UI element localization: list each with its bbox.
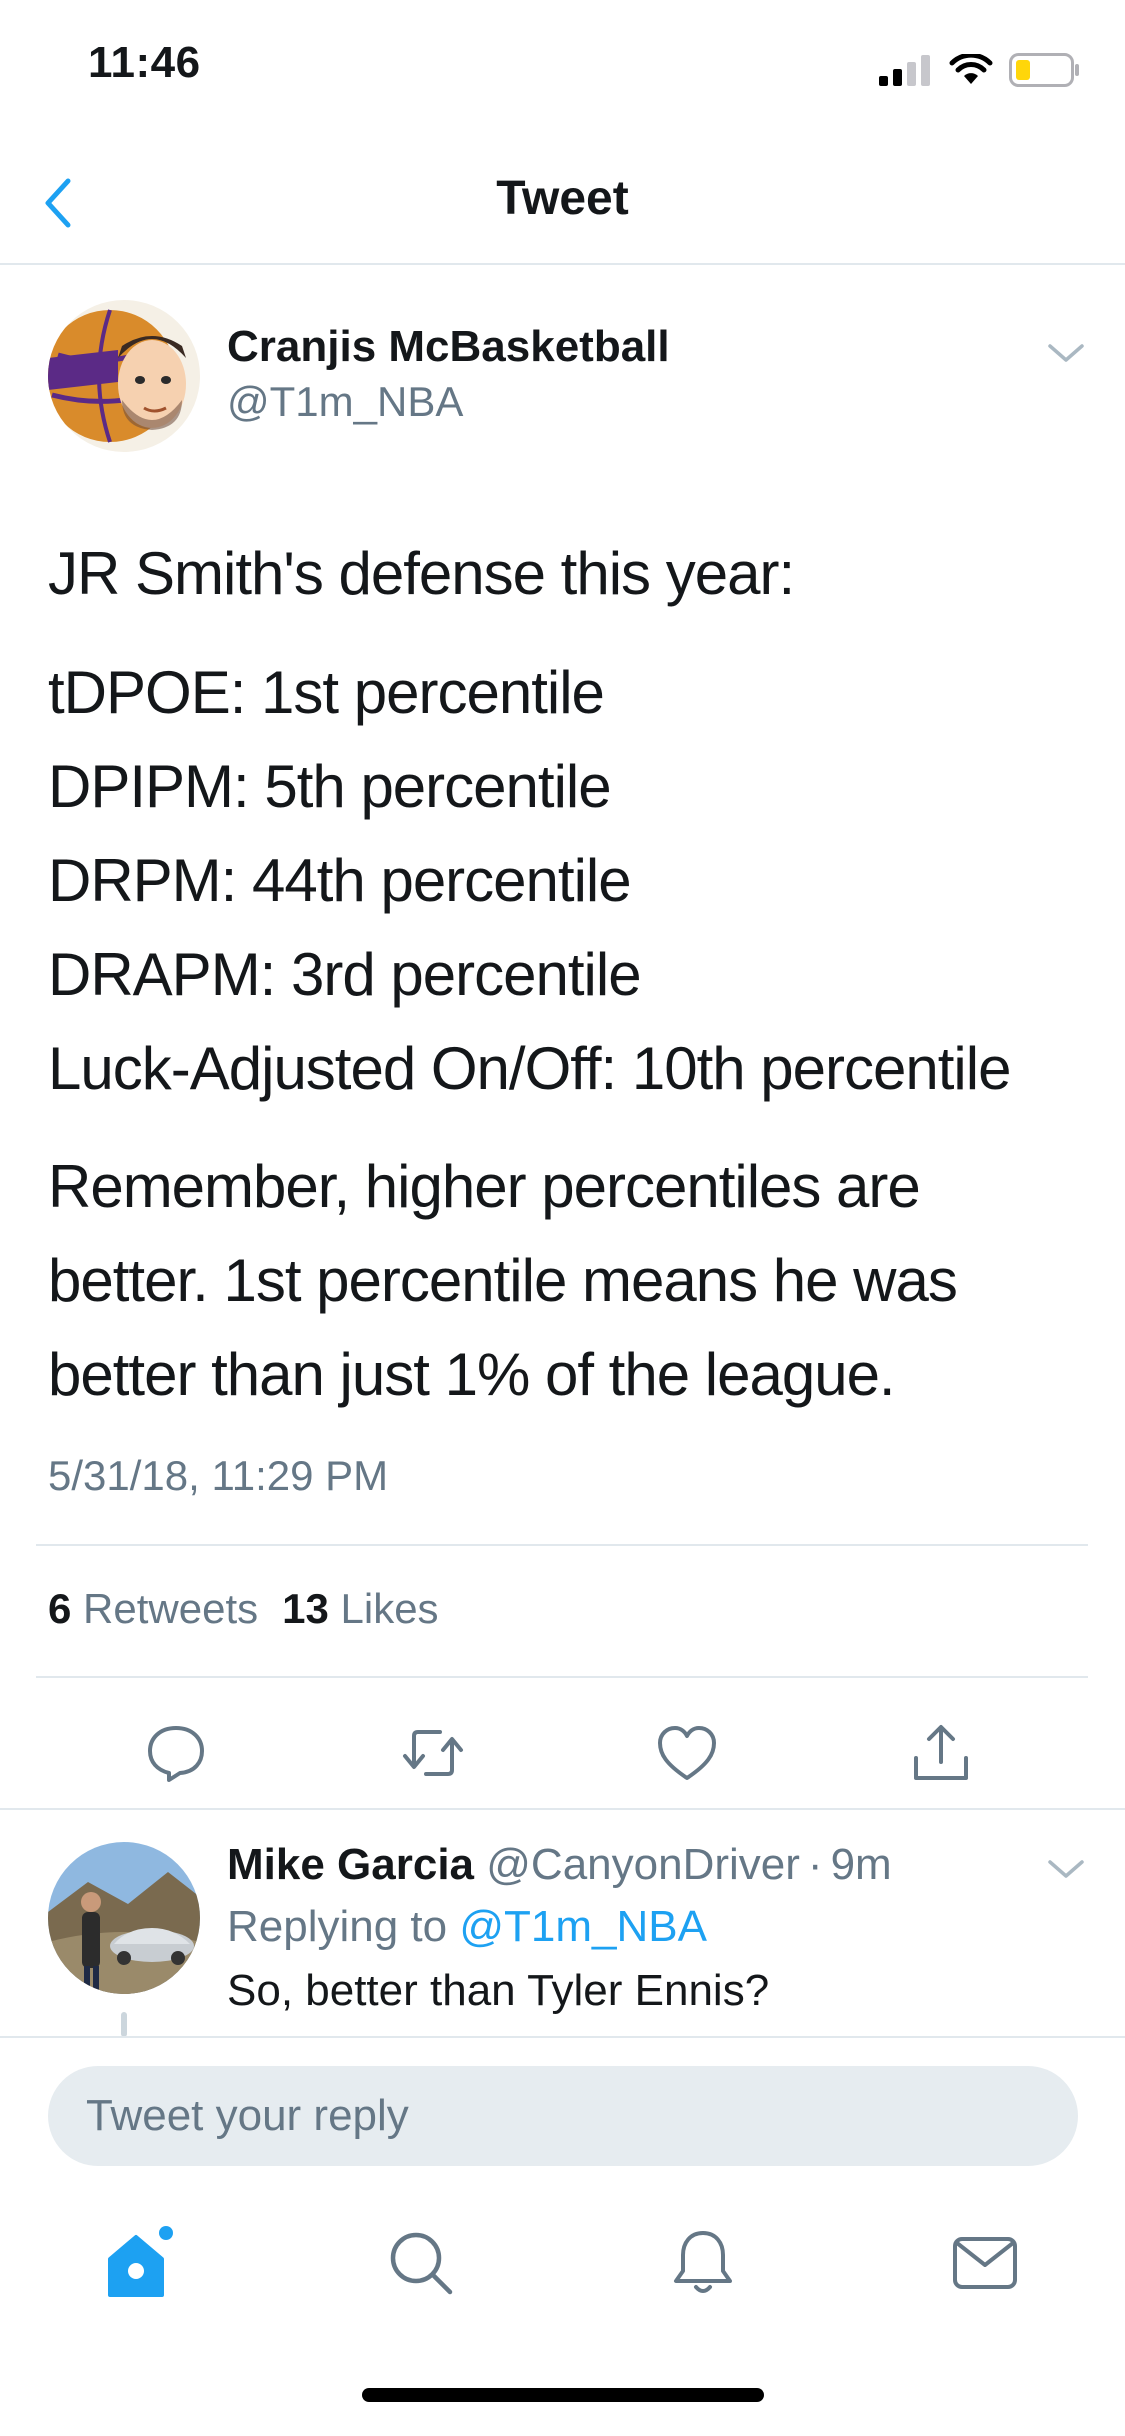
stat-line: tDPOE: 1st percentile	[48, 659, 605, 726]
reply-avatar-image	[48, 1842, 200, 1994]
stat-line: DRAPM: 3rd percentile	[48, 941, 642, 1008]
tab-home[interactable]	[95, 2218, 185, 2308]
engagement-counts: 6 Retweets 13 Likes	[48, 1585, 439, 1633]
retweet-button[interactable]	[398, 1718, 468, 1788]
comment-icon	[148, 1726, 204, 1782]
divider	[36, 1544, 1088, 1546]
tweet-closing: Remember, higher percentiles are better.…	[48, 1140, 1088, 1422]
share-icon	[914, 1725, 968, 1780]
reply-time: 9m	[830, 1840, 892, 1889]
wifi-icon	[949, 54, 993, 84]
author-name[interactable]: Cranjis McBasketball	[227, 322, 670, 372]
reply-text: So, better than Tyler Ennis?	[227, 1966, 770, 2015]
like-count-label: Likes	[340, 1585, 439, 1632]
stat-line: DRPM: 44th percentile	[48, 847, 632, 914]
replying-to: Replying to @T1m_NBA	[227, 1902, 707, 1952]
mail-icon	[953, 2237, 1017, 2289]
replying-to-link[interactable]: @T1m_NBA	[459, 1902, 707, 1951]
author-handle[interactable]: @T1m_NBA	[227, 378, 463, 426]
likes-count[interactable]: 13 Likes	[282, 1585, 438, 1633]
battery-icon	[1009, 53, 1079, 87]
share-button[interactable]	[906, 1718, 976, 1788]
tweet-options-button[interactable]	[1044, 338, 1088, 368]
nav-bar: Tweet	[0, 135, 1125, 265]
reply-button[interactable]	[141, 1718, 211, 1788]
tweet-intro: JR Smith's defense this year:	[48, 527, 1088, 621]
tweet-timestamp: 5/31/18, 11:29 PM	[48, 1452, 389, 1499]
cellular-signal-icon	[879, 55, 930, 86]
tweet-actions	[0, 1700, 1125, 1810]
closing-line: better than just 1% of the league.	[48, 1341, 896, 1408]
home-icon	[108, 2226, 173, 2297]
stat-line: DPIPM: 5th percentile	[48, 753, 612, 820]
tweet-intro-text: JR Smith's defense this year:	[48, 540, 795, 607]
author-avatar[interactable]	[48, 300, 200, 452]
retweet-count-value: 6	[48, 1585, 72, 1632]
reply-header: Mike Garcia @CanyonDriver · 9m	[227, 1840, 892, 1890]
divider	[0, 1808, 1125, 1810]
like-count-value: 13	[282, 1585, 329, 1632]
retweet-count-label: Retweets	[83, 1585, 259, 1632]
thread-connector	[121, 2012, 127, 2037]
status-time: 11:46	[88, 38, 201, 87]
tab-notifications[interactable]	[658, 2218, 748, 2308]
author-avatar-image	[48, 300, 200, 452]
divider	[36, 1676, 1088, 1678]
home-indicator[interactable]	[362, 2388, 764, 2402]
heart-icon	[658, 1726, 716, 1780]
chevron-down-icon	[1048, 1860, 1084, 1878]
retweets-count[interactable]: 6 Retweets	[48, 1585, 258, 1633]
reply-separator: ·	[807, 1840, 823, 1889]
reply-input[interactable]	[48, 2066, 1078, 2166]
tweet-stats: tDPOE: 1st percentile DPIPM: 5th percent…	[48, 646, 1088, 1116]
search-icon	[390, 2232, 453, 2295]
chevron-down-icon	[1048, 344, 1084, 362]
status-bar: 11:46	[0, 0, 1125, 135]
bell-icon	[674, 2231, 732, 2293]
reply-author-handle[interactable]: @CanyonDriver	[486, 1840, 800, 1889]
like-button[interactable]	[652, 1718, 722, 1788]
tab-bar	[0, 2218, 1125, 2338]
tab-search[interactable]	[376, 2218, 466, 2308]
retweet-icon	[403, 1730, 463, 1776]
status-icons	[877, 50, 1081, 90]
reply-author-avatar[interactable]	[48, 1842, 200, 1994]
tab-messages[interactable]	[940, 2218, 1030, 2308]
stat-line: Luck-Adjusted On/Off: 10th percentile	[48, 1035, 1011, 1102]
reply-author-name[interactable]: Mike Garcia	[227, 1840, 474, 1889]
bottom-bar	[0, 2036, 1125, 2436]
page-title: Tweet	[496, 172, 629, 225]
reply-options-button[interactable]	[1044, 1854, 1088, 1884]
closing-line: Remember, higher percentiles are	[48, 1153, 921, 1220]
closing-line: better. 1st percentile means he was	[48, 1247, 958, 1314]
replying-to-prefix: Replying to	[227, 1902, 448, 1951]
